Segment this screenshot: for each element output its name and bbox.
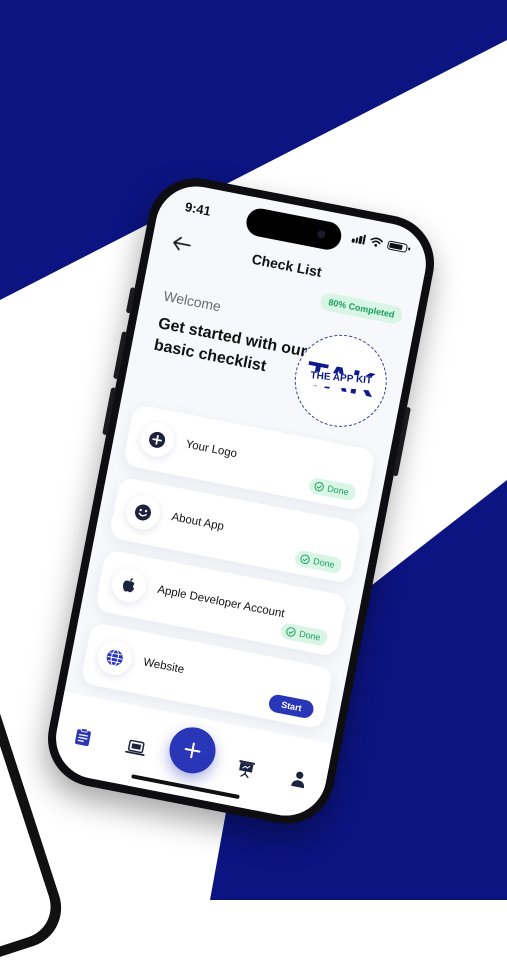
plus-icon [184,742,201,759]
profile-icon [291,771,305,789]
status-badge-done[interactable]: Done [294,549,343,575]
home-indicator [131,774,240,800]
checklist-item-label: About App [170,511,225,534]
tab-profile[interactable] [286,766,312,792]
headline: Get started with our basic checklist [152,315,309,376]
smiley-icon [123,492,163,533]
checklist-item-label: Website [142,656,186,677]
status-badge-done[interactable]: Done [280,622,329,647]
add-button[interactable] [165,723,220,778]
checklist-item-label: Apple Developer Account [156,583,286,621]
status-label: Done [312,556,336,570]
tab-presentation[interactable] [233,756,259,782]
globe-icon [94,637,135,678]
status-label: Done [298,628,322,643]
start-button[interactable]: Start [267,693,316,720]
checklist-item-label: Your Logo [184,438,238,461]
welcome-text: Welcome [162,287,223,315]
app-logo: TAK THE APP KIT [300,351,381,410]
signal-icon [351,232,367,245]
add-icon [137,419,178,460]
presentation-icon [239,760,256,779]
checklist-icon [74,728,91,747]
check-icon [300,554,311,565]
status-icons [351,232,409,253]
tab-checklist[interactable] [70,724,96,750]
laptop-icon [125,739,145,757]
status-label: Done [326,483,350,498]
progress-badge: 80% Completed [318,291,404,326]
check-icon [286,627,297,637]
dynamic-island [244,206,344,252]
apple-icon [108,565,149,606]
check-icon [314,482,325,492]
battery-icon [386,239,409,253]
status-badge-done[interactable]: Done [308,476,358,502]
checklist: Your Logo Done About App Done Apple Deve… [78,403,377,742]
tab-devices[interactable] [123,735,149,761]
status-time: 9:41 [183,199,213,219]
wifi-icon [370,237,383,247]
